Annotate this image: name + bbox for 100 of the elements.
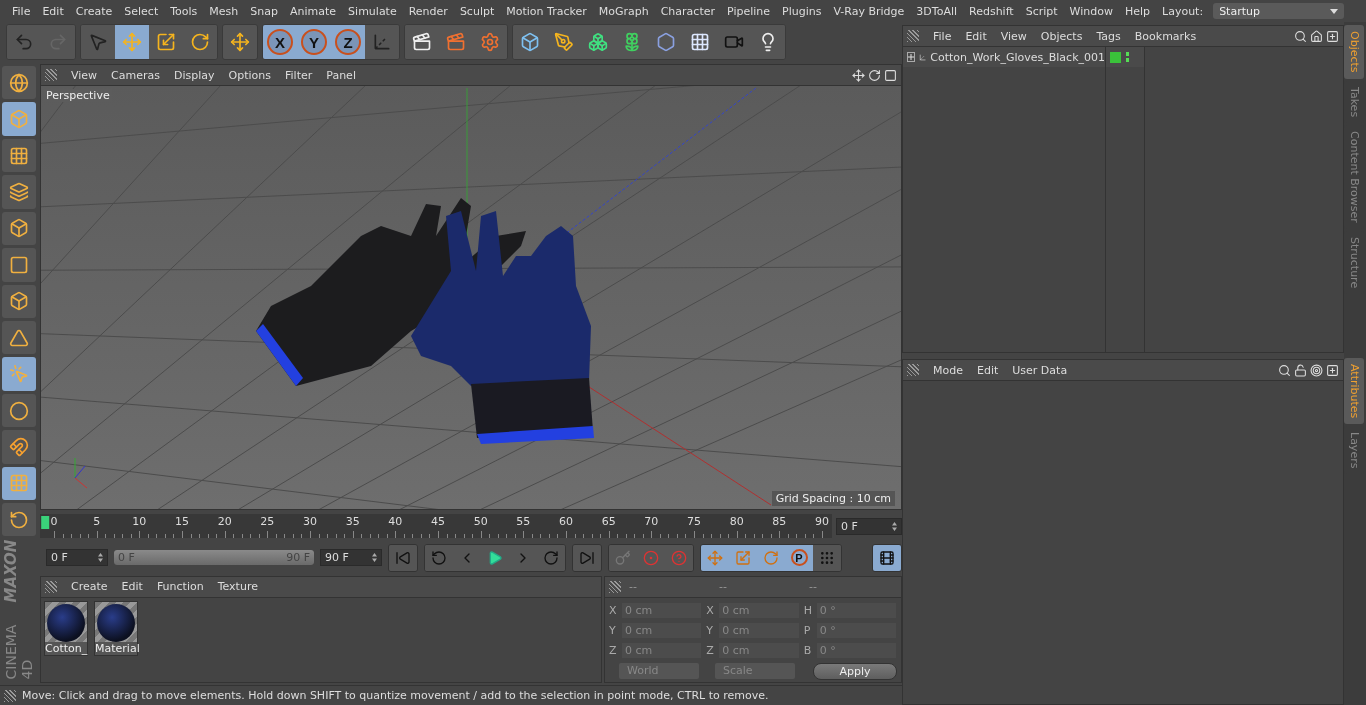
- menu-item[interactable]: Display: [168, 68, 221, 82]
- menu-item[interactable]: Snap: [244, 4, 284, 18]
- new-panel-icon[interactable]: [1326, 29, 1339, 43]
- grip-icon: [4, 689, 16, 702]
- search-icon[interactable]: [1278, 363, 1291, 377]
- timeline-ruler[interactable]: 0 5 10 15 20 25 30 35 40 45 50 55 60 65 70 75 80 85 90: [40, 514, 832, 539]
- menu-item[interactable]: Create: [65, 580, 114, 594]
- current-frame-field[interactable]: 0 F: [836, 517, 902, 535]
- viewport[interactable]: Perspective Grid Spacing : 10 cm: [41, 86, 901, 510]
- frame-number: 45: [431, 515, 445, 529]
- menu-item[interactable]: Render: [402, 4, 454, 18]
- mode-button[interactable]: [2, 430, 36, 464]
- mode-button[interactable]: [2, 211, 36, 246]
- object-row[interactable]: Cotton_Work_Gloves_Black_001: [903, 47, 1105, 67]
- menu-item[interactable]: Mesh: [203, 4, 245, 18]
- rotate-icon: [763, 550, 779, 566]
- gear-icon: [480, 32, 500, 52]
- menu-item[interactable]: File: [6, 4, 37, 18]
- menu-item[interactable]: Simulate: [342, 4, 403, 18]
- spinner-arrows-icon: [98, 553, 103, 563]
- maximize-icon[interactable]: [884, 68, 897, 82]
- move-view-icon[interactable]: [852, 68, 865, 82]
- mode-button[interactable]: [2, 138, 36, 173]
- menu-item[interactable]: Create: [69, 4, 119, 18]
- menu-item[interactable]: Motion Tracker: [500, 4, 593, 18]
- caret-icon: [1330, 8, 1338, 14]
- menu-item[interactable]: MoGraph: [592, 4, 655, 18]
- flower-icon: [622, 32, 642, 52]
- menu-item[interactable]: Tools: [164, 4, 204, 18]
- go-to-start-button[interactable]: [389, 545, 417, 571]
- frame-number: 40: [388, 515, 403, 529]
- menu-item[interactable]: Help: [1118, 4, 1157, 18]
- key-mode-button[interactable]: P: [785, 545, 813, 571]
- menu-item[interactable]: Window: [1063, 4, 1119, 18]
- timeline-button[interactable]: [873, 545, 901, 571]
- expand-toggle[interactable]: [907, 52, 915, 62]
- grid-spacing-label: Grid Spacing : 10 cm: [771, 491, 895, 507]
- menu-item[interactable]: Pipeline: [721, 4, 777, 18]
- menu-item[interactable]: Sculpt: [453, 4, 501, 18]
- menu-item[interactable]: Edit: [36, 4, 70, 18]
- mode-button[interactable]: [2, 393, 36, 428]
- visibility-dots-icon[interactable]: [1125, 51, 1130, 63]
- menu-item[interactable]: Plugins: [776, 4, 828, 18]
- menu-item[interactable]: Character: [654, 4, 721, 18]
- menu-item[interactable]: 3DToAll: [910, 4, 963, 18]
- rotate-view-icon[interactable]: [868, 68, 881, 82]
- target-icon[interactable]: [1310, 363, 1323, 377]
- menu-item[interactable]: Edit: [959, 29, 993, 43]
- end-frame-field[interactable]: 90 F: [320, 549, 382, 567]
- undo-icon: [14, 32, 34, 52]
- menu-item[interactable]: Texture: [211, 580, 264, 594]
- menu-item[interactable]: User Data: [1006, 363, 1074, 377]
- new-panel-icon[interactable]: [1326, 363, 1339, 377]
- layout-dropdown[interactable]: Startup: [1213, 3, 1344, 19]
- menu-item[interactable]: Select: [118, 4, 165, 18]
- menu-item[interactable]: Panel: [320, 68, 362, 82]
- axis-label: Z: [706, 643, 715, 657]
- go-to-end-button[interactable]: [573, 545, 601, 571]
- menu-item[interactable]: View: [994, 29, 1033, 43]
- axis-label: H: [803, 603, 813, 617]
- menu-item[interactable]: Animate: [284, 4, 343, 18]
- grip-icon: [45, 580, 57, 593]
- menu-item[interactable]: Options: [222, 68, 277, 82]
- material-swatch[interactable]: Cotton_: [44, 600, 88, 656]
- enabled-check-icon[interactable]: [1110, 51, 1121, 63]
- menu-item[interactable]: Function: [150, 580, 210, 594]
- menu-item[interactable]: Cameras: [105, 68, 166, 82]
- material-swatch[interactable]: Material: [94, 600, 138, 656]
- mode-button[interactable]: [2, 503, 36, 537]
- menu-item[interactable]: Tags: [1090, 29, 1127, 43]
- menu-item[interactable]: Script: [1019, 4, 1064, 18]
- play-icon: [487, 550, 503, 566]
- start-frame-field[interactable]: 0 F: [46, 549, 108, 567]
- search-icon[interactable]: [1294, 29, 1307, 43]
- home-icon[interactable]: [1310, 29, 1323, 43]
- layers-icon: [9, 181, 29, 202]
- menu-item[interactable]: View: [65, 68, 104, 82]
- apply-button[interactable]: Apply: [813, 662, 897, 680]
- unlock-icon[interactable]: [1294, 363, 1307, 377]
- mode-button[interactable]: [2, 284, 36, 318]
- mode-button[interactable]: [2, 320, 36, 355]
- axis-label: B: [803, 643, 813, 657]
- menu-item[interactable]: Filter: [279, 68, 319, 82]
- menu-item[interactable]: Edit: [115, 580, 149, 594]
- menu-item[interactable]: Mode: [927, 363, 969, 377]
- menu-item[interactable]: Redshift: [963, 4, 1020, 18]
- mode-button[interactable]: [2, 466, 36, 501]
- scale-icon: [735, 550, 751, 566]
- menu-item[interactable]: Bookmarks: [1128, 29, 1203, 43]
- playhead[interactable]: [41, 516, 50, 530]
- curved-arrow-icon: [543, 550, 559, 566]
- menu-item[interactable]: V-Ray Bridge: [827, 4, 911, 18]
- mode-button[interactable]: [2, 66, 36, 100]
- menu-item[interactable]: Objects: [1034, 29, 1089, 43]
- mode-button[interactable]: [2, 248, 36, 282]
- menu-item[interactable]: Edit: [971, 363, 1005, 377]
- grip-icon: [45, 69, 57, 81]
- menu-item[interactable]: File: [927, 29, 958, 43]
- skip-forward-icon: [579, 550, 595, 566]
- mode-button[interactable]: [2, 175, 36, 209]
